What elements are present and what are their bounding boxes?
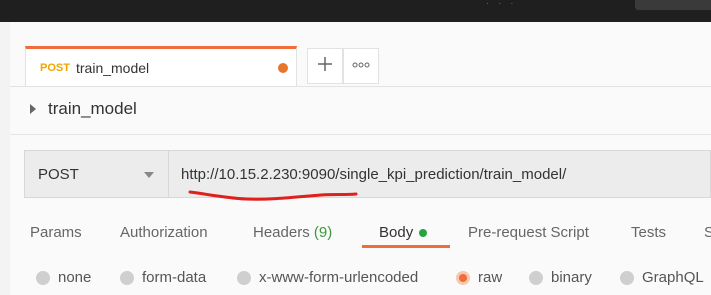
body-mode-label: raw — [478, 269, 503, 286]
tab-options-button[interactable] — [343, 48, 379, 84]
tab-tests[interactable]: Tests — [631, 224, 666, 241]
tab-settings-partial[interactable]: S — [704, 224, 711, 241]
body-mode-label: form-data — [142, 269, 207, 286]
tab-prerequest-script[interactable]: Pre-request Script — [468, 224, 589, 241]
tab-body-label: Body — [379, 224, 414, 241]
request-subtabs: Params Authorization Headers (9) Body Pr… — [0, 218, 711, 250]
url-value: http://10.15.2.230:9090/single_kpi_predi… — [181, 166, 567, 183]
tab-bar: POST train_model — [10, 46, 711, 87]
unsaved-changes-dot — [278, 63, 288, 73]
new-tab-button[interactable] — [307, 48, 343, 84]
tab-headers[interactable]: Headers (9) — [253, 224, 332, 241]
request-name: train_model — [48, 99, 137, 118]
radio-icon[interactable] — [529, 271, 543, 285]
tab-method: POST — [40, 62, 70, 74]
radio-selected-icon[interactable] — [456, 271, 470, 285]
tab-body[interactable]: Body — [379, 224, 428, 241]
plus-icon — [317, 55, 333, 77]
radio-icon[interactable] — [237, 271, 251, 285]
headers-count: (9) — [313, 224, 333, 241]
more-icon — [352, 60, 370, 72]
body-mode-label: x-www-form-urlencoded — [259, 269, 419, 286]
body-mode-label: GraphQL — [642, 269, 704, 286]
method-select[interactable]: POST — [24, 150, 168, 198]
red-annotation-underline — [188, 190, 358, 201]
tab-params[interactable]: Params — [30, 224, 82, 241]
chevron-down-icon — [144, 172, 154, 178]
radio-icon[interactable] — [120, 271, 134, 285]
caret-right-icon[interactable] — [30, 104, 36, 114]
window-topbar: · · · — [0, 0, 711, 22]
body-indicator-dot — [419, 229, 428, 238]
radio-icon[interactable] — [36, 271, 50, 285]
method-value: POST — [38, 166, 79, 183]
topbar-control[interactable] — [635, 0, 711, 10]
radio-icon[interactable] — [620, 271, 634, 285]
tab-headers-label: Headers — [253, 224, 310, 241]
body-mode-label: binary — [551, 269, 592, 286]
body-mode-label: none — [58, 269, 92, 286]
tab-authorization[interactable]: Authorization — [120, 224, 208, 241]
active-tab-underline — [362, 245, 450, 248]
topbar-dots: · · · — [486, 0, 517, 9]
tab-name: train_model — [76, 60, 150, 76]
request-tab-train-model[interactable]: POST train_model — [25, 46, 297, 86]
divider — [10, 134, 711, 135]
